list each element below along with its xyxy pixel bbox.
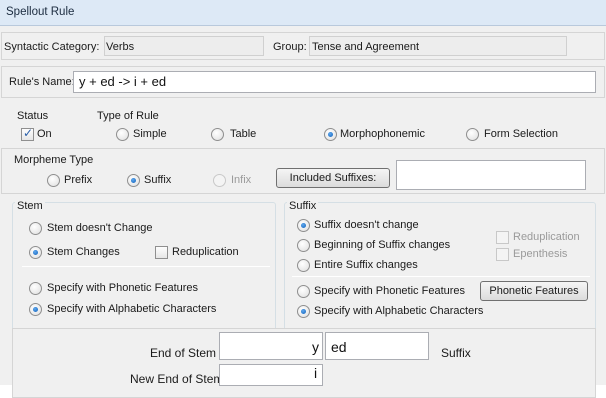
status-on-checkbox[interactable] [21,126,34,141]
suffix-epenthesis-checkbox[interactable] [496,248,509,261]
rule-type-table-radio[interactable] [211,128,224,141]
window-title: Spellout Rule [6,6,75,18]
rule-name-value: y + ed -> i + ed [79,74,167,89]
suffix-alphabetic-radio[interactable] [297,305,310,318]
morpheme-type-title: Morpheme Type [14,154,94,166]
rule-type-table-label: Table [230,128,257,140]
stem-unchanged-radio[interactable] [29,222,42,235]
suffix-field-label: Suffix [441,346,471,360]
stem-alphabetic-radio[interactable] [29,303,42,316]
status-on-label: On [37,128,52,140]
suffix-unchanged-label: Suffix doesn't change [314,219,419,231]
suffix-input-value: ed [331,339,347,355]
category-value: Verbs [106,41,135,53]
morpheme-suffix-radio[interactable] [127,174,140,187]
status-title: Status [17,110,49,122]
new-end-of-stem-value: i [314,365,318,381]
stem-unchanged-label: Stem doesn't Change [47,222,153,234]
title-bar: Spellout Rule [0,0,606,26]
rule-type-form-selection-radio[interactable] [466,128,479,141]
included-suffixes-button[interactable]: Included Suffixes: [276,168,390,188]
morpheme-prefix-label: Prefix [64,174,93,186]
suffix-separator [292,276,590,277]
stem-reduplication-checkbox[interactable] [155,246,168,259]
phonetic-features-button[interactable]: Phonetic Features [480,281,588,301]
dialog-body: Syntactic Category: Verbs Group: Tense a… [0,26,606,398]
suffix-beginning-radio[interactable] [297,239,310,252]
suffix-unchanged-radio[interactable] [297,219,310,232]
suffix-reduplication-label: Reduplication [513,231,580,243]
end-of-stem-input[interactable] [219,332,323,360]
suffix-alphabetic-label: Specify with Alphabetic Characters [314,305,484,317]
new-end-of-stem-input[interactable] [219,364,323,386]
suffix-entire-label: Entire Suffix changes [314,259,418,271]
status-type-row [1,100,605,148]
new-end-of-stem-label: New End of Stem [130,372,224,386]
morpheme-infix-label: Infix [231,174,252,186]
rule-type-simple-radio[interactable] [116,128,129,141]
rule-type-title: Type of Rule [97,110,159,122]
included-suffixes-input[interactable] [396,160,586,190]
stem-separator [22,266,270,267]
suffix-entire-radio[interactable] [297,259,310,272]
category-label: Syntactic Category: [4,41,100,53]
suffix-phonetic-label: Specify with Phonetic Features [314,285,466,297]
suffix-epenthesis-label: Epenthesis [513,248,568,260]
stem-phonetic-radio[interactable] [29,282,42,295]
end-of-stem-value: y [312,339,319,355]
suffix-beginning-label: Beginning of Suffix changes [314,239,451,251]
stem-reduplication-label: Reduplication [172,246,239,258]
rule-type-simple-label: Simple [133,128,167,140]
rule-name-label: Rule's Name: [9,76,75,88]
rule-type-form-selection-label: Form Selection [484,128,558,140]
rule-type-morphophonemic-radio[interactable] [324,128,337,141]
morpheme-prefix-radio[interactable] [47,174,60,187]
stem-title: Stem [15,200,45,212]
stem-changes-radio[interactable] [29,246,42,259]
suffix-phonetic-radio[interactable] [297,285,310,298]
morpheme-infix-radio[interactable] [213,174,226,187]
morpheme-suffix-label: Suffix [144,174,172,186]
stem-phonetic-label: Specify with Phonetic Features [47,282,199,294]
group-label: Group: [273,41,307,53]
end-of-stem-label: End of Stem [150,346,217,360]
rule-type-morphophonemic-label: Morphophonemic [340,128,425,140]
suffix-reduplication-checkbox[interactable] [496,231,509,244]
group-value: Tense and Agreement [312,41,420,53]
stem-changes-label: Stem Changes [47,246,120,258]
stem-alphabetic-label: Specify with Alphabetic Characters [47,303,217,315]
suffix-title: Suffix [287,200,319,212]
